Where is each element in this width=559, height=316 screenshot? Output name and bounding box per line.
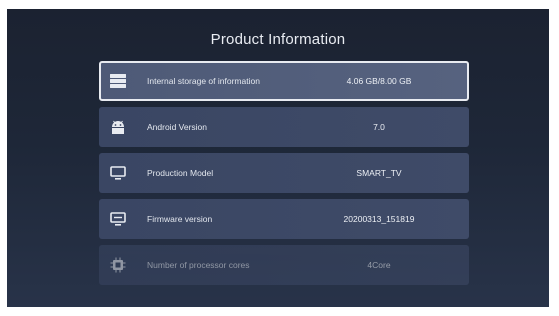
info-row-label: Number of processor cores (147, 260, 250, 270)
info-row-processor-cores[interactable]: Number of processor cores 4Core (99, 245, 469, 285)
storage-icon (110, 73, 126, 89)
info-row-value: 20200313_151819 (343, 214, 415, 224)
info-list: Internal storage of information 4.06 GB/… (99, 61, 469, 291)
android-icon (110, 119, 126, 135)
info-row-label: Production Model (147, 168, 214, 178)
tv-screen: Product Information Internal storage of … (7, 9, 549, 307)
monitor-icon (110, 165, 126, 181)
info-row-storage[interactable]: Internal storage of information 4.06 GB/… (99, 61, 469, 101)
info-row-firmware-version[interactable]: Firmware version 20200313_151819 (99, 199, 469, 239)
info-row-value: 4Core (367, 260, 391, 270)
info-row-value: 4.06 GB/8.00 GB (346, 76, 412, 86)
info-row-label: Firmware version (147, 214, 213, 224)
firmware-icon (110, 211, 126, 227)
info-row-android-version[interactable]: Android Version 7.0 (99, 107, 469, 147)
processor-icon (110, 257, 126, 273)
info-row-value: SMART_TV (356, 168, 402, 178)
info-row-production-model[interactable]: Production Model SMART_TV (99, 153, 469, 193)
info-row-label: Android Version (147, 122, 208, 132)
page-title: Product Information (210, 31, 346, 48)
info-row-label: Internal storage of information (147, 76, 260, 86)
info-row-value: 7.0 (373, 122, 385, 132)
